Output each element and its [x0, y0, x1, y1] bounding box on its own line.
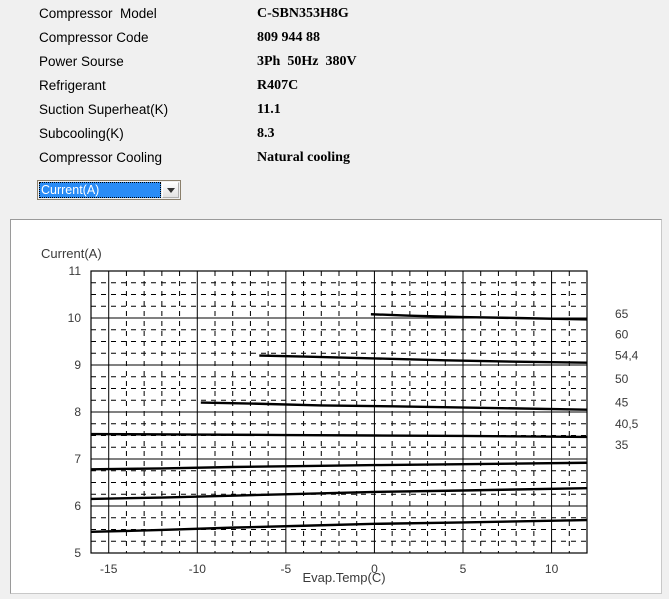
chart-right-axis-labels: 65 60 54,4 50 45 40,5 35 — [615, 307, 639, 452]
chart-series-line — [259, 354, 588, 364]
spec-value: 11.1 — [257, 102, 281, 117]
spec-label: Power Sourse — [39, 54, 124, 69]
chart-y-tick-label: 5 — [74, 546, 81, 560]
chart-right-axis-label: 35 — [615, 438, 629, 452]
chart-y-axis-title: Current(A) — [41, 246, 102, 261]
chart-series-line — [90, 486, 588, 501]
chart-right-axis-label: 40,5 — [615, 417, 639, 431]
chart-series-line — [370, 313, 588, 321]
spec-value: C-SBN353H8G — [257, 6, 349, 21]
spec-label: Compressor Model — [39, 6, 157, 21]
chart-y-tick-labels: 11 10 9 8 7 6 5 — [68, 264, 82, 560]
chart-right-axis-label: 65 — [615, 307, 629, 321]
spec-value: 809 944 88 — [257, 30, 320, 45]
chart-panel: 11 10 9 8 7 6 5 -15 -10 -5 0 5 10 65 60 54,4 50 45 40,5 3… — [10, 219, 662, 594]
spec-value: Natural cooling — [257, 150, 350, 165]
chart-y-tick-label: 10 — [68, 311, 82, 325]
spec-label: Compressor Code — [39, 30, 149, 45]
chart-x-axis-title: Evap.Temp(C) — [302, 570, 385, 585]
chart-x-tick-label: -5 — [281, 562, 292, 576]
spec-label: Compressor Cooling — [39, 150, 163, 165]
chart-right-axis-label: 45 — [615, 396, 629, 410]
chart-right-axis-label: 50 — [615, 372, 629, 386]
compressor-spec-panel: Compressor Model C-SBN353H8G Compressor … — [0, 0, 669, 213]
chart-x-tick-label: 5 — [460, 562, 467, 576]
chart-x-tick-label: -10 — [189, 562, 207, 576]
chart-y-tick-label: 9 — [74, 358, 81, 372]
chart-y-tick-label: 11 — [69, 264, 82, 278]
chart-y-tick-label: 8 — [74, 405, 81, 419]
series-select-value[interactable]: Current(A) — [39, 182, 161, 198]
spec-label: Refrigerant — [39, 78, 106, 93]
chart-x-tick-label: 10 — [545, 562, 559, 576]
chevron-down-icon[interactable] — [162, 182, 179, 198]
chart-series-line — [200, 401, 588, 411]
chart-y-tick-label: 6 — [74, 499, 81, 513]
spec-value: R407C — [257, 78, 299, 93]
spec-row: Compressor Code 809 944 88 — [0, 30, 669, 54]
chart-y-tick-label: 7 — [74, 452, 81, 466]
spec-label: Subcooling(K) — [39, 126, 124, 141]
chart-right-axis-label: 60 — [615, 327, 629, 341]
current-vs-evap-temp-chart: 111098765 -15 -10 -5 0 5 10 656054,4504540,53… — [41, 246, 639, 585]
spec-row: Compressor Model C-SBN353H8G — [0, 6, 669, 30]
spec-row: Suction Superheat(K) 11.1 — [0, 102, 669, 126]
series-select-dropdown[interactable]: Current(A) — [37, 180, 181, 200]
spec-value: 8.3 — [257, 126, 275, 141]
chart-x-tick-label: -15 — [100, 562, 118, 576]
spec-row: Compressor Cooling Natural cooling — [0, 150, 669, 174]
spec-label: Suction Superheat(K) — [39, 102, 169, 117]
chart-right-axis-label: 54,4 — [615, 349, 639, 363]
chart-series-line — [90, 432, 588, 439]
spec-value: 3Ph 50Hz 380V — [257, 54, 357, 69]
spec-row: Subcooling(K) 8.3 — [0, 126, 669, 150]
spec-row: Refrigerant R407C — [0, 78, 669, 102]
spec-row: Power Sourse 3Ph 50Hz 380V — [0, 54, 669, 78]
